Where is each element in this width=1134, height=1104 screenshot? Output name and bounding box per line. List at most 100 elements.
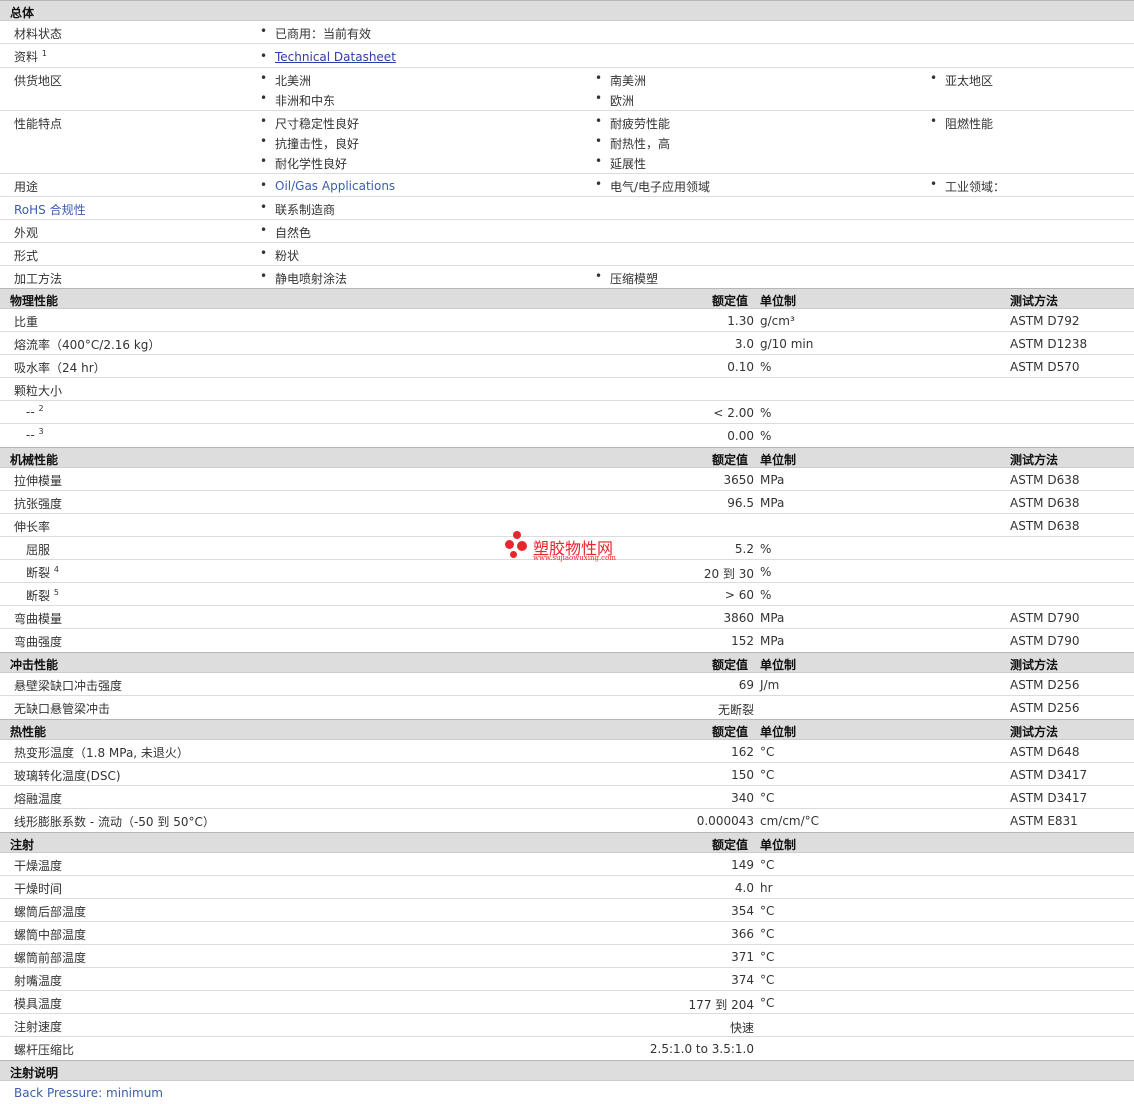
row-label: 用途 bbox=[14, 180, 39, 194]
thermal-rows: 热变形温度（1.8 MPa, 未退火） 162 °C ASTM D648 玻璃转化温度(… bbox=[0, 740, 1134, 832]
row-rohs: RoHS 合规性 联系制造商 bbox=[0, 197, 1134, 220]
region-item: 南美洲 bbox=[595, 71, 646, 89]
feature-item: 尺寸稳定性良好 bbox=[260, 114, 359, 132]
technical-datasheet-link[interactable]: Technical Datasheet bbox=[275, 50, 396, 64]
row-unit: g/10 min bbox=[760, 337, 814, 351]
row-unit: % bbox=[760, 565, 772, 579]
table-row: 弯曲模量 3860 MPa ASTM D790 bbox=[0, 606, 1134, 629]
row-method: ASTM D790 bbox=[1010, 611, 1080, 625]
row-value: < 2.00 bbox=[713, 406, 754, 420]
section-title: 机械性能 bbox=[10, 453, 59, 467]
table-row: -- 2 < 2.00% bbox=[0, 401, 1134, 424]
row-unit: °C bbox=[760, 950, 775, 964]
row-label: 螺筒前部温度 bbox=[14, 951, 87, 965]
row-method: ASTM D648 bbox=[1010, 745, 1080, 759]
row-label: 供货地区 bbox=[14, 74, 63, 88]
injection-rows: 干燥温度 149 °C 干燥时间 4.0 hr 螺筒后部温度 354 °C 螺筒中部温度 366 °C… bbox=[0, 853, 1134, 1060]
row-label: -- 2 bbox=[26, 404, 44, 420]
row-value: 96.5 bbox=[727, 496, 754, 510]
row-method: ASTM D570 bbox=[1010, 360, 1080, 374]
row-value: 0.00 bbox=[727, 429, 754, 443]
row-value: 152 bbox=[731, 634, 754, 648]
row-form: 形式 粉状 bbox=[0, 243, 1134, 266]
col-unit-header: 单位制 bbox=[760, 725, 797, 739]
row-label: 螺杆压缩比 bbox=[14, 1043, 75, 1057]
row-method: ASTM D256 bbox=[1010, 678, 1080, 692]
processing-item: 静电喷射涂法 bbox=[260, 269, 347, 287]
table-row: 抗张强度 96.5 MPa ASTM D638 bbox=[0, 491, 1134, 514]
row-value: 69 bbox=[738, 678, 754, 692]
col-method-header: 测试方法 bbox=[1010, 725, 1059, 739]
region-item: 非洲和中东 bbox=[260, 91, 335, 109]
row-method: ASTM D792 bbox=[1010, 314, 1080, 328]
row-method: ASTM D638 bbox=[1010, 519, 1080, 533]
col-method-header: 测试方法 bbox=[1010, 294, 1059, 308]
row-value: 149 bbox=[731, 858, 754, 872]
feature-item: 阻燃性能 bbox=[930, 114, 993, 132]
row-label: 比重 bbox=[14, 315, 39, 329]
row-unit: % bbox=[760, 588, 772, 602]
use-item: Oil/Gas Applications bbox=[260, 178, 395, 193]
feature-item: 耐热性，高 bbox=[595, 134, 670, 152]
table-row: 干燥时间 4.0 hr bbox=[0, 876, 1134, 899]
section-header-physical: 物理性能 额定值 单位制 测试方法 bbox=[0, 288, 1134, 309]
col-value-header: 额定值 bbox=[712, 453, 749, 467]
col-method-header: 测试方法 bbox=[1010, 658, 1059, 672]
feature-item: 耐疲劳性能 bbox=[595, 114, 670, 132]
appearance-value: 自然色 bbox=[260, 223, 311, 241]
row-label: 外观 bbox=[14, 226, 39, 240]
row-features: 性能特点 尺寸稳定性良好 抗撞击性，良好 耐化学性良好 耐疲劳性能 耐热性，高 … bbox=[0, 111, 1134, 174]
section-title: 总体 bbox=[10, 6, 35, 20]
table-row: 拉伸模量 3650 MPa ASTM D638 bbox=[0, 468, 1134, 491]
watermark-url: www.sujiaowuxing.com bbox=[533, 554, 616, 562]
row-unit: % bbox=[760, 542, 772, 556]
table-row: 线形膨胀系数 - 流动（-50 到 50°C） 0.000043 cm/cm/°C A… bbox=[0, 809, 1134, 832]
section-header-injection: 注射 额定值 单位制 bbox=[0, 832, 1134, 853]
row-label: 断裂 5 bbox=[26, 588, 59, 604]
row-label: 弯曲模量 bbox=[14, 612, 63, 626]
col-value-header: 额定值 bbox=[712, 294, 749, 308]
row-supply: 供货地区 北美洲 非洲和中东 南美洲 欧洲 亚太地区 bbox=[0, 68, 1134, 111]
row-unit: °C bbox=[760, 973, 775, 987]
row-value: 0.10 bbox=[727, 360, 754, 374]
row-label: 射嘴温度 bbox=[14, 974, 63, 988]
note-text: Back Pressure: minimum bbox=[14, 1086, 163, 1100]
row-label: 干燥温度 bbox=[14, 859, 63, 873]
section-title: 热性能 bbox=[10, 725, 47, 739]
row-label: 干燥时间 bbox=[14, 882, 63, 896]
section-title: 注射说明 bbox=[10, 1066, 59, 1080]
row-unit: hr bbox=[760, 881, 773, 895]
row-label: 注射速度 bbox=[14, 1020, 63, 1034]
row-value: 371 bbox=[731, 950, 754, 964]
row-label: 屈服 bbox=[26, 543, 51, 557]
table-row: 弯曲强度 152 MPa ASTM D790 bbox=[0, 629, 1134, 652]
use-item: 工业领域： bbox=[930, 177, 1005, 195]
feature-item: 抗撞击性，良好 bbox=[260, 134, 359, 152]
row-label: 悬壁梁缺口冲击强度 bbox=[14, 679, 123, 693]
col-method-header: 测试方法 bbox=[1010, 453, 1059, 467]
section-header-impact: 冲击性能 额定值 单位制 测试方法 bbox=[0, 652, 1134, 673]
row-label: 弯曲强度 bbox=[14, 635, 63, 649]
table-row: 比重 1.30 g/cm³ ASTM D792 bbox=[0, 309, 1134, 332]
row-method: ASTM D3417 bbox=[1010, 768, 1088, 782]
row-label: 拉伸模量 bbox=[14, 474, 63, 488]
row-value: 366 bbox=[731, 927, 754, 941]
row-label: 玻璃转化温度(DSC) bbox=[14, 769, 121, 783]
table-row: 熔流率（400°C/2.16 kg） 3.0 g/10 min ASTM D1238 bbox=[0, 332, 1134, 355]
row-label: 性能特点 bbox=[14, 117, 63, 131]
table-row: 螺筒前部温度 371 °C bbox=[0, 945, 1134, 968]
col-value-header: 额定值 bbox=[712, 838, 749, 852]
row-appearance: 外观 自然色 bbox=[0, 220, 1134, 243]
row-label: 熔融温度 bbox=[14, 792, 63, 806]
row-label: 模具温度 bbox=[14, 997, 63, 1011]
row-unit: cm/cm/°C bbox=[760, 814, 820, 828]
table-row: 螺筒后部温度 354 °C bbox=[0, 899, 1134, 922]
table-row: 射嘴温度 374 °C bbox=[0, 968, 1134, 991]
row-unit: % bbox=[760, 429, 772, 443]
row-value: 177 到 204 bbox=[688, 998, 754, 1012]
row-unit: % bbox=[760, 360, 772, 374]
row-value: 0.000043 bbox=[696, 814, 754, 828]
row-label: 热变形温度（1.8 MPa, 未退火） bbox=[14, 746, 189, 760]
rohs-value: 联系制造商 bbox=[260, 200, 335, 218]
row-method: ASTM D256 bbox=[1010, 701, 1080, 715]
